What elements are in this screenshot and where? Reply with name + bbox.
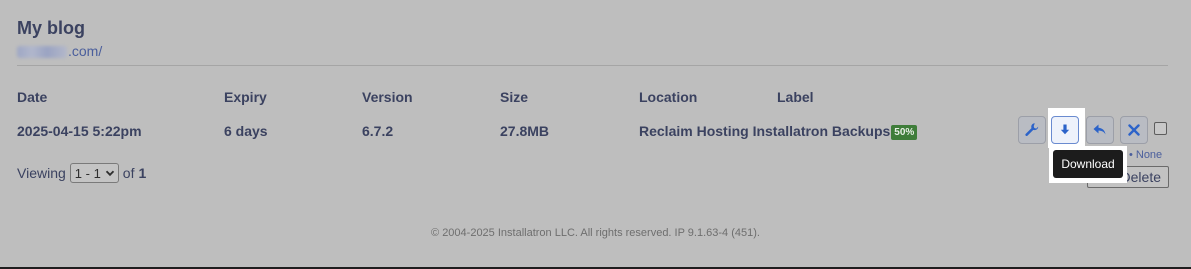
viewing-label: Viewing xyxy=(17,165,66,181)
restore-backup-button[interactable] xyxy=(1086,116,1114,144)
select-backup-checkbox[interactable] xyxy=(1154,122,1167,135)
chevron-down-icon xyxy=(105,170,114,177)
select-separator: • xyxy=(1128,149,1133,161)
page-range-select[interactable]: 1 - 1 xyxy=(69,163,119,183)
download-arrow-icon xyxy=(1060,124,1070,135)
total-pages: 1 xyxy=(138,165,147,181)
select-links: ll • None xyxy=(1121,149,1162,161)
backup-location: Reclaim Hosting Installatron Backups 50% xyxy=(639,123,918,140)
site-url-link[interactable]: .com/ xyxy=(17,43,102,59)
column-header-expiry: Expiry xyxy=(224,89,267,105)
undo-arrow-icon xyxy=(1093,124,1106,135)
column-header-location: Location xyxy=(639,89,698,105)
download-backup-button[interactable] xyxy=(1051,116,1079,144)
backup-panel: My blog .com/ Date Expiry Version Size L… xyxy=(0,0,1191,269)
footer-copyright: © 2004-2025 Installatron LLC. All rights… xyxy=(431,227,760,239)
cancel-backup-button[interactable] xyxy=(1120,116,1148,144)
blurred-domain xyxy=(17,46,67,59)
header-divider xyxy=(17,65,1168,66)
close-icon xyxy=(1128,124,1140,136)
backup-version: 6.7.2 xyxy=(362,123,394,139)
column-header-date: Date xyxy=(17,89,48,105)
backup-location-text: Reclaim Hosting Installatron Backups xyxy=(639,123,891,139)
backup-expiry: 6 days xyxy=(224,123,268,139)
column-header-label: Label xyxy=(777,89,814,105)
backup-date: 2025-04-15 5:22pm xyxy=(17,123,142,139)
column-header-size: Size xyxy=(500,89,529,105)
download-tooltip: Download xyxy=(1053,150,1123,178)
select-none-link[interactable]: None xyxy=(1136,149,1162,161)
page-range-value: 1 - 1 xyxy=(74,165,101,181)
column-header-version: Version xyxy=(362,89,413,105)
wrench-icon xyxy=(1025,123,1039,137)
of-label: of xyxy=(122,165,135,181)
backup-size: 27.8MB xyxy=(500,123,550,139)
pagination: Viewing 1 - 1 of 1 xyxy=(17,163,146,183)
site-url-suffix: .com/ xyxy=(68,43,103,59)
edit-backup-button[interactable] xyxy=(1018,116,1046,144)
site-title: My blog xyxy=(17,18,85,38)
progress-badge: 50% xyxy=(891,125,918,140)
